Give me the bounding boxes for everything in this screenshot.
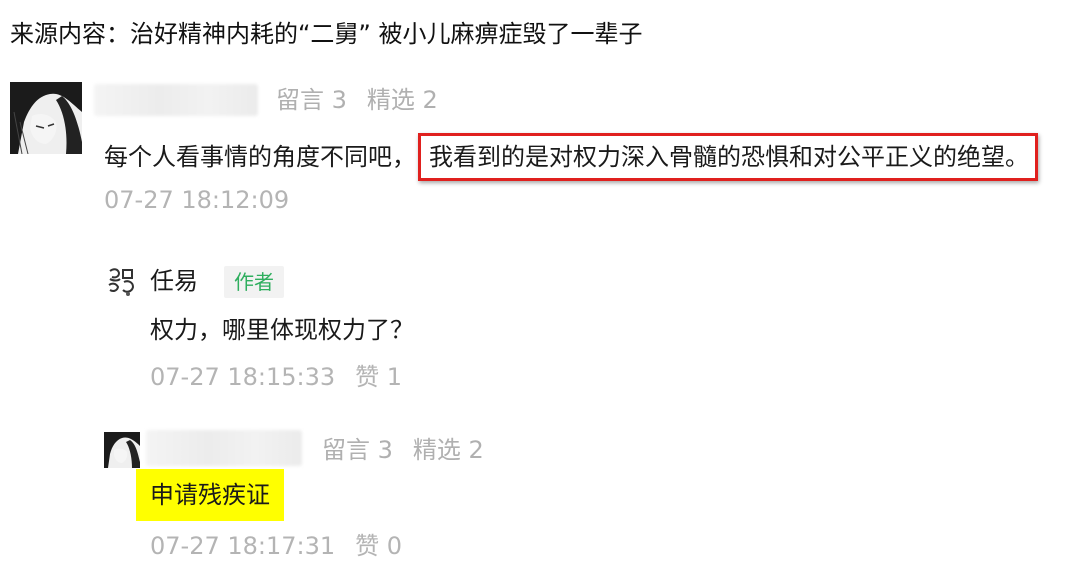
reply-commenter-name-blurred[interactable]: [146, 430, 302, 466]
reply-text-yellow-highlight: 申请残疾证: [136, 469, 284, 521]
source-label: 来源内容：: [10, 20, 130, 48]
author-reply-text: 权力，哪里体现权力了？: [150, 316, 414, 344]
comment-text: 每个人看事情的角度不同吧， 我看到的是对权力深入骨髓的恐惧和对公平正义的绝望。: [104, 133, 1038, 181]
reply-commenter-stats: 留言 3 精选 2: [322, 434, 484, 466]
reply-commenter-avatar[interactable]: [104, 432, 140, 468]
commenter-stats: 留言 3 精选 2: [276, 84, 438, 116]
reply-commenter-featured-count: 精选 2: [412, 436, 484, 464]
source-line: 来源内容：治好精神内耗的“二舅” 被小儿麻痹症毁了一辈子: [10, 14, 643, 54]
comment-timestamp: 07-27 18:12:09: [104, 186, 290, 214]
source-title[interactable]: 治好精神内耗的“二舅” 被小儿麻痹症毁了一辈子: [130, 20, 643, 48]
author-reply-like-button[interactable]: 赞 1: [355, 363, 402, 391]
author-badge: 作者: [224, 266, 284, 298]
comment-text-red-highlight: 我看到的是对权力深入骨髓的恐惧和对公平正义的绝望。: [418, 133, 1038, 181]
author-reply-meta: 07-27 18:15:33 赞 1: [150, 361, 402, 393]
author-name[interactable]: 任易: [150, 265, 198, 297]
commenter-featured-count: 精选 2: [366, 86, 438, 114]
reply-meta: 07-27 18:17:31 赞 0: [150, 530, 402, 562]
commenter-avatar[interactable]: [10, 82, 82, 154]
reply-like-button[interactable]: 赞 0: [355, 532, 402, 560]
author-avatar[interactable]: [104, 265, 138, 299]
reply-timestamp: 07-27 18:17:31: [150, 532, 336, 560]
commenter-name-blurred[interactable]: [94, 84, 258, 116]
author-reply-timestamp: 07-27 18:15:33: [150, 363, 336, 391]
commenter-comment-count: 留言 3: [276, 86, 347, 114]
comment-text-plain: 每个人看事情的角度不同吧，: [104, 143, 416, 171]
reply-commenter-comment-count: 留言 3: [322, 436, 393, 464]
